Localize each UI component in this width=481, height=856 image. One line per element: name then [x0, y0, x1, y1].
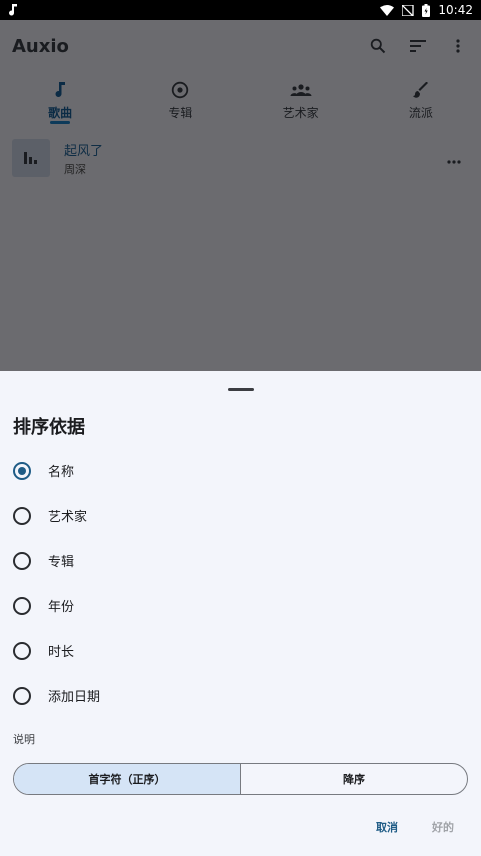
- option-label: 添加日期: [48, 690, 101, 705]
- wifi-icon: [380, 4, 395, 16]
- sort-options: 名称 艺术家 专辑 年份 时长 添加日期: [0, 448, 481, 718]
- option-label: 时长: [48, 645, 75, 660]
- app-background[interactable]: Auxio 歌曲 专辑 艺术家 流派 起风了 周深: [0, 20, 481, 371]
- radio-button[interactable]: [13, 596, 31, 615]
- sort-option-album[interactable]: 专辑: [0, 538, 481, 583]
- tab-label: 歌曲: [48, 106, 73, 120]
- music-note-icon: [8, 4, 18, 16]
- tab-songs[interactable]: 歌曲: [0, 74, 120, 124]
- sheet-title: 排序依据: [13, 417, 85, 438]
- sort-direction-toggle: 首字符（正序） 降序: [13, 763, 468, 795]
- option-label: 名称: [48, 465, 75, 480]
- cancel-button[interactable]: 取消: [376, 819, 398, 835]
- sort-bottom-sheet: 排序依据 名称 艺术家 专辑 年份 时长 添加日期 说明 首字符（正序） 降序: [0, 371, 481, 856]
- ascending-button[interactable]: 首字符（正序）: [14, 764, 241, 794]
- sort-option-name[interactable]: 名称: [0, 448, 481, 493]
- more-horiz-icon[interactable]: [447, 149, 461, 168]
- sort-icon[interactable]: [407, 35, 429, 57]
- tab-bar: 歌曲 专辑 艺术家 流派: [0, 74, 481, 124]
- section-label: 说明: [13, 733, 35, 746]
- tab-artists[interactable]: 艺术家: [241, 74, 361, 124]
- app-bar: Auxio: [0, 20, 481, 72]
- music-note-icon: [54, 80, 66, 100]
- song-artist: 周深: [64, 162, 86, 176]
- drag-handle[interactable]: [228, 388, 254, 391]
- sort-option-artist[interactable]: 艺术家: [0, 493, 481, 538]
- sort-option-duration[interactable]: 时长: [0, 628, 481, 673]
- brush-icon: [412, 80, 429, 100]
- radio-button[interactable]: [13, 686, 31, 705]
- song-title: 起风了: [64, 143, 104, 159]
- descending-button[interactable]: 降序: [241, 764, 467, 794]
- equalizer-icon: [24, 149, 38, 168]
- search-icon[interactable]: [367, 35, 389, 57]
- tab-albums[interactable]: 专辑: [120, 74, 240, 124]
- radio-button[interactable]: [13, 506, 31, 525]
- option-label: 年份: [48, 600, 75, 615]
- signal-off-icon: [402, 4, 415, 16]
- radio-button[interactable]: [13, 551, 31, 570]
- option-label: 专辑: [48, 555, 75, 570]
- app-title: Auxio: [12, 35, 69, 57]
- tab-label: 艺术家: [282, 106, 319, 120]
- status-bar: 10:42: [0, 0, 481, 20]
- sort-option-year[interactable]: 年份: [0, 583, 481, 628]
- tab-label: 流派: [408, 106, 433, 120]
- album-icon: [171, 80, 189, 100]
- song-list-item[interactable]: 起风了 周深: [0, 136, 481, 180]
- people-icon: [290, 80, 312, 100]
- tab-label: 专辑: [168, 106, 193, 120]
- clock-time: 10:42: [438, 3, 473, 17]
- sort-option-date-added[interactable]: 添加日期: [0, 673, 481, 718]
- ok-button[interactable]: 好的: [432, 819, 454, 835]
- radio-button[interactable]: [13, 641, 31, 660]
- battery-icon: [422, 3, 431, 17]
- option-label: 艺术家: [48, 510, 88, 525]
- radio-button[interactable]: [13, 461, 31, 480]
- tab-indicator: [50, 121, 71, 124]
- album-cover: [12, 139, 50, 177]
- tab-genres[interactable]: 流派: [361, 74, 481, 124]
- dialog-actions: 取消 好的: [376, 819, 454, 835]
- more-vert-icon[interactable]: [447, 35, 469, 57]
